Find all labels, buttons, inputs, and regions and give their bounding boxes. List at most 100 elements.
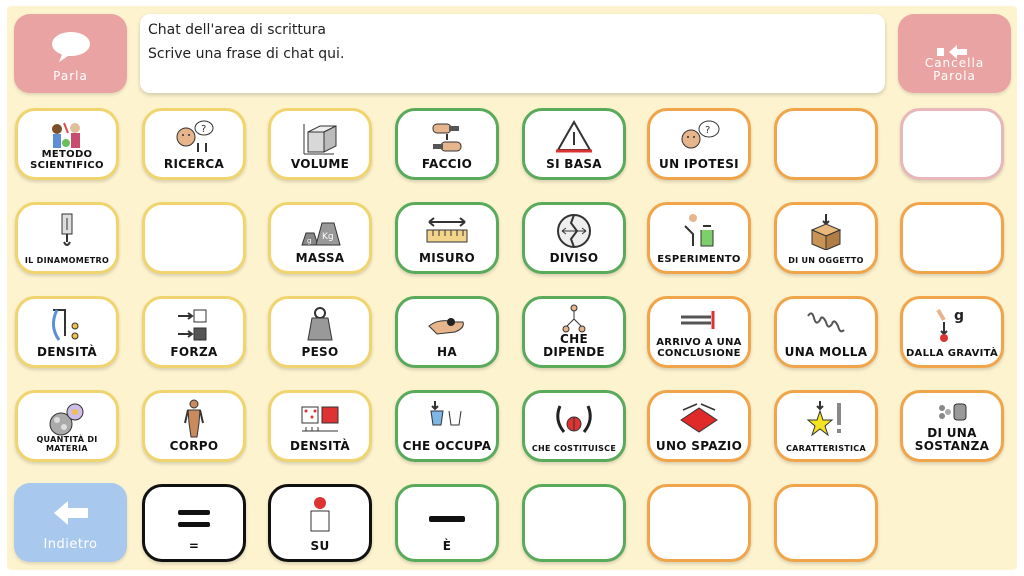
cell-label: CHE DIPENDE (543, 332, 605, 359)
cell-label: CHE OCCUPA (402, 439, 492, 453)
cell-label: CHE COSTITUISCE (531, 444, 617, 453)
cell-si-basa[interactable]: SI BASA (522, 108, 626, 180)
cell-label: MASSA (295, 251, 345, 265)
cell-label: SI BASA (546, 157, 602, 171)
cell-di-un-oggetto[interactable]: DI UN OGGETTO (774, 202, 878, 274)
space-plane-icon (680, 403, 718, 433)
cell-che-dipende[interactable]: CHE DIPENDE (522, 296, 626, 368)
svg-text:Kg: Kg (322, 232, 334, 242)
cell-esperimento[interactable]: ESPERIMENTO (647, 202, 751, 274)
chat-area[interactable]: Chat dell'area di scrittura Scrive una f… (140, 14, 885, 93)
cell-un-ipotesi[interactable]: ? UN IPOTESI (647, 108, 751, 180)
cell-massa[interactable]: g Kg MASSA (268, 202, 372, 274)
body-icon (184, 399, 204, 438)
gravity-icon: g (936, 308, 964, 342)
cell-ricerca[interactable]: ? RICERCA (142, 108, 246, 180)
cell-label: DI UNA SOSTANZA (914, 426, 990, 453)
cell-label: DENSITà (37, 345, 97, 359)
cell-label: QUANTITà DI MATERIA (36, 435, 98, 453)
triangle-base-icon (556, 119, 592, 153)
cell-densita-2[interactable]: DENSITà (268, 390, 372, 462)
cell-il-dinamometro[interactable]: IL DINAMOMETRO (15, 202, 119, 274)
cell-su[interactable]: SU (268, 484, 372, 562)
cell-una-molla[interactable]: UNA MOLLA (774, 296, 878, 368)
cell-empty[interactable] (774, 484, 878, 562)
substance-icon (939, 403, 967, 421)
finish-line-icon (681, 311, 715, 329)
cell-label: DI UN OGGETTO (788, 256, 864, 265)
cell-di-una-sostanza[interactable]: DI UNA SOSTANZA (900, 390, 1004, 462)
cell-empty[interactable] (774, 108, 878, 180)
split-circle-icon (557, 214, 591, 248)
clear-word-button[interactable]: Cancella Parola (898, 14, 1011, 93)
cell-label: SU (310, 539, 330, 553)
clear-word-label: Cancella Parola (924, 56, 985, 83)
cell-uno-spazio[interactable]: UNO SPAZIO (647, 390, 751, 462)
cell-metodo-scientifico[interactable]: METODO SCIENTIFICO (15, 108, 119, 180)
cell-label: = (188, 539, 200, 553)
cell-densita[interactable]: DENSITà (15, 296, 119, 368)
cell-arrivo-a-una-conclusione[interactable]: ARRIVO A UNA CONCLUSIONE (647, 296, 751, 368)
cell-ha[interactable]: HA (395, 296, 499, 368)
cell-empty[interactable] (900, 202, 1004, 274)
experiment-icon (684, 214, 714, 247)
cell-label: HA (437, 345, 457, 359)
cell-equals[interactable]: = (142, 484, 246, 562)
cell-empty[interactable] (142, 202, 246, 274)
constitute-icon (556, 405, 592, 433)
hands-doing-icon (432, 123, 462, 152)
dependency-icon (562, 304, 586, 333)
svg-text:g: g (307, 237, 311, 245)
cell-misuro[interactable]: MISURO (395, 202, 499, 274)
cell-che-costituisce[interactable]: CHE COSTITUISCE (522, 390, 626, 462)
cell-label: DIVISO (549, 251, 599, 265)
back-label: Indietro (43, 537, 98, 552)
back-button[interactable]: Indietro (14, 483, 127, 562)
cell-label: UNA MOLLA (784, 345, 868, 359)
weight-icon (307, 307, 333, 341)
cell-label: PESO (301, 345, 339, 359)
cell-label: FORZA (170, 345, 218, 359)
speech-bubble-icon (52, 32, 90, 62)
cell-quantita-di-materia[interactable]: QUANTITà DI MATERIA (15, 390, 119, 462)
cell-volume[interactable]: VOLUME (268, 108, 372, 180)
cell-empty[interactable] (900, 108, 1004, 180)
cell-label: è (442, 539, 452, 553)
cell-label: VOLUME (290, 157, 350, 171)
density-drops-icon (52, 309, 79, 341)
cell-dalla-gravita[interactable]: g DALLA GRAVITà (900, 296, 1004, 368)
hypothesis-head-icon: ? (681, 120, 720, 149)
spring-icon (807, 312, 845, 333)
box-object-icon (810, 214, 842, 250)
thinking-person-icon: ? (176, 120, 214, 152)
cell-label: DENSITà (290, 439, 350, 453)
cell-peso[interactable]: PESO (268, 296, 372, 368)
force-push-icon (178, 309, 207, 341)
weights-icon: g Kg (301, 222, 341, 246)
cell-caratteristica[interactable]: CARATTERISTICA (774, 390, 878, 462)
on-top-icon (310, 497, 330, 532)
cell-label: DALLA GRAVITà (905, 348, 999, 359)
cell-label: FACCIO (421, 157, 473, 171)
cell-empty[interactable] (522, 484, 626, 562)
svg-text:?: ? (705, 125, 710, 136)
cell-label: RICERCA (163, 157, 225, 171)
cell-forza[interactable]: FORZA (142, 296, 246, 368)
equals-icon (178, 510, 210, 527)
cell-label: METODO SCIENTIFICO (30, 149, 104, 171)
cell-empty[interactable] (647, 484, 751, 562)
cell-label: MISURO (418, 251, 476, 265)
svg-text:g: g (954, 308, 964, 324)
cell-corpo[interactable]: CORPO (142, 390, 246, 462)
cell-diviso[interactable]: DIVISO (522, 202, 626, 274)
density-cubes-icon (301, 406, 339, 432)
cell-label: UN IPOTESI (659, 157, 739, 171)
cell-faccio[interactable]: FACCIO (395, 108, 499, 180)
matter-particles-icon (49, 403, 84, 436)
cell-che-occupa[interactable]: CHE OCCUPA (395, 390, 499, 462)
cell-label: ESPERIMENTO (657, 254, 741, 265)
speak-button[interactable]: Parla (14, 14, 127, 93)
cell-e[interactable]: è (395, 484, 499, 562)
chat-line-2: Scrive una frase di chat qui. (148, 46, 345, 62)
minus-icon (429, 516, 465, 522)
